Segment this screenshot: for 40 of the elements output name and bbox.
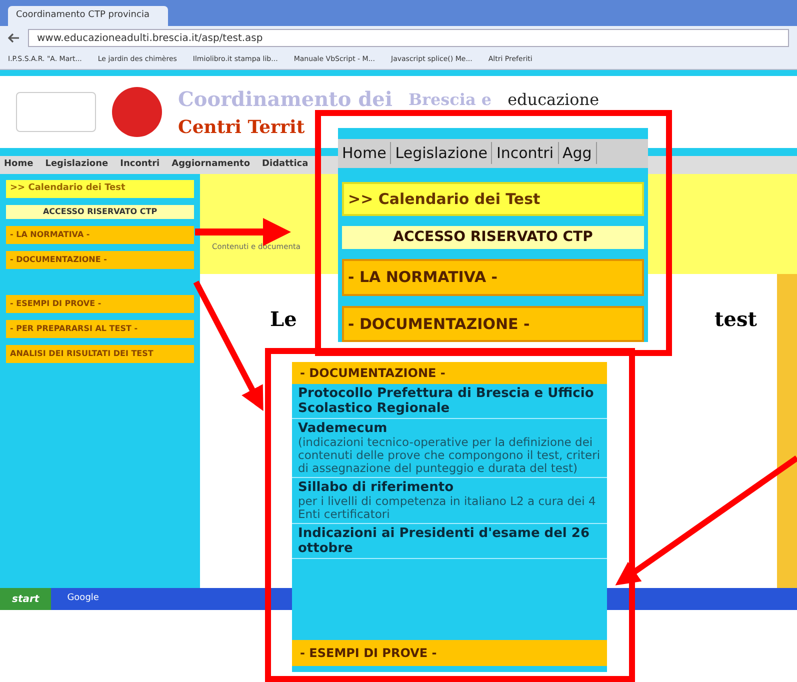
search-field[interactable]: Google bbox=[67, 592, 99, 606]
start-button[interactable]: start bbox=[0, 588, 52, 610]
menu-button[interactable]: ANALISI DEI RISULTATI DEI TEST bbox=[6, 344, 194, 362]
nav-link[interactable]: Home bbox=[338, 142, 392, 164]
document-link[interactable]: Indicazioni ai Presidenti d'esame del 26 ottobre bbox=[298, 526, 601, 556]
calendar-link[interactable]: >> Calendario dei Test bbox=[342, 182, 644, 216]
nav-link[interactable]: Incontri bbox=[492, 142, 559, 164]
address-bar[interactable]: www.educazioneadulti.brescia.it/asp/test.asp bbox=[28, 29, 789, 47]
menu-button[interactable]: - LA NORMATIVA - bbox=[342, 259, 644, 296]
menu-button[interactable]: - DOCUMENTAZIONE - bbox=[6, 250, 194, 268]
document-description: (indicazioni tecnico-operative per la definizione dei contenuti delle prove che compongono il test, criteri di assegnazione del punteggio e durata del test) bbox=[298, 436, 601, 475]
page-heading: test bbox=[714, 306, 757, 333]
nav-link[interactable]: Didattica bbox=[262, 158, 308, 172]
calendar-link[interactable]: >> Calendario dei Test bbox=[6, 180, 194, 198]
document-description: per i livelli di competenza in italiano L2 a cura dei 4 Enti certificatori bbox=[298, 495, 597, 521]
nav-link[interactable]: Legislazione bbox=[391, 142, 492, 164]
back-icon[interactable] bbox=[8, 33, 20, 43]
document-link[interactable]: Vademecum bbox=[298, 421, 601, 436]
menu-button[interactable]: - LA NORMATIVA - bbox=[6, 226, 194, 244]
menu-button[interactable]: - PER PREPARARSI AL TEST - bbox=[6, 320, 194, 338]
section-header[interactable]: - ESEMPI DI PROVE - bbox=[292, 640, 607, 666]
nav-link[interactable]: Home bbox=[4, 158, 34, 172]
site-title: Coordinamento dei bbox=[178, 86, 392, 112]
section-heading: ACCESSO RISERVATO CTP bbox=[342, 226, 644, 249]
menu-button[interactable]: - DOCUMENTAZIONE - bbox=[342, 306, 644, 342]
browser-tab[interactable]: Coordinamento CTP provincia bbox=[8, 6, 168, 26]
document-link[interactable]: Protocollo Prefettura di Brescia e Ufficio Scolastico Regionale bbox=[298, 386, 601, 416]
ct-logo-icon bbox=[112, 87, 162, 137]
nav-link[interactable]: Agg bbox=[558, 142, 597, 164]
nav-link[interactable]: Aggiornamento bbox=[172, 158, 250, 172]
section-header[interactable]: - DOCUMENTAZIONE - bbox=[292, 362, 607, 384]
brand-text: educazione bbox=[508, 89, 600, 111]
site-title: Centri Territ bbox=[178, 116, 306, 140]
section-heading: ACCESSO RISERVATO CTP bbox=[6, 204, 194, 218]
menu-button[interactable]: - ESEMPI DI PROVE - bbox=[6, 294, 194, 312]
site-title: Brescia e bbox=[408, 89, 492, 111]
nav-link[interactable]: Legislazione bbox=[45, 158, 108, 172]
nav-link[interactable]: Incontri bbox=[120, 158, 160, 172]
page-heading: Le bbox=[270, 306, 297, 333]
document-link[interactable]: Sillabo di riferimento bbox=[298, 480, 601, 495]
